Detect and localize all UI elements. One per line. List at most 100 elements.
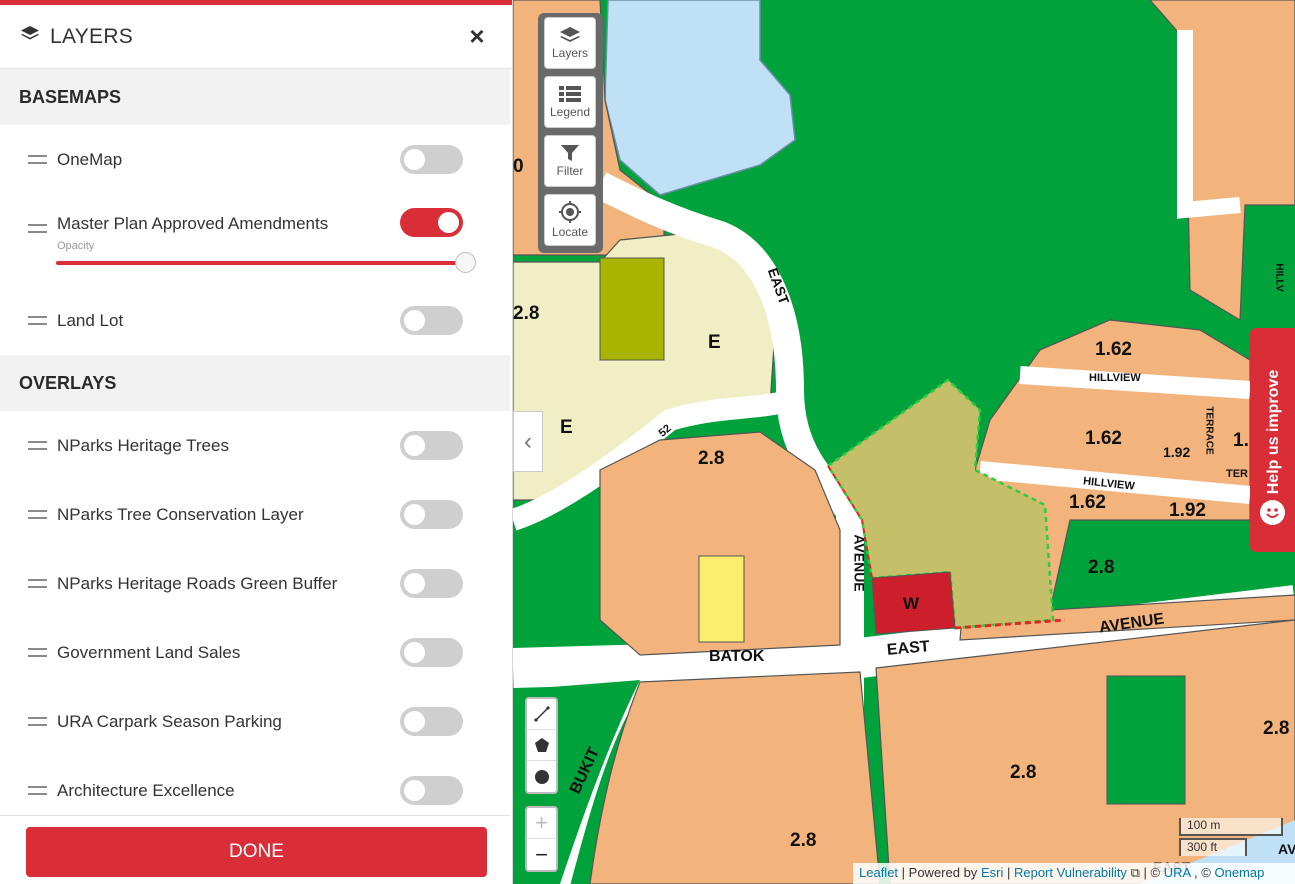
circle-icon (534, 769, 549, 784)
layer-row-tree-conservation: NParks Tree Conservation Layer (0, 480, 510, 549)
zone-label: E (708, 332, 721, 353)
slider-thumb[interactable] (455, 252, 476, 273)
layer-row-onemap: OneMap (0, 125, 510, 194)
plot-ratio-label: 2.8 (513, 303, 540, 324)
plot-ratio-label: 2.8 (1263, 718, 1290, 739)
layers-button[interactable]: Layers (544, 17, 596, 69)
locate-button-label: Locate (551, 225, 589, 239)
road-label: EAST (886, 638, 931, 659)
zoom-control: + − (525, 806, 558, 872)
plot-ratio-label: 0 (513, 156, 524, 177)
attribution: Leaflet | Powered by Esri | Report Vulne… (853, 863, 1295, 884)
layer-toggle[interactable] (400, 707, 463, 736)
layer-toggle[interactable] (400, 306, 463, 335)
layer-toggle[interactable] (400, 638, 463, 667)
scale-metric: 100 m (1179, 818, 1283, 836)
onemap-link[interactable]: Onemap (1214, 865, 1264, 880)
drag-handle-icon[interactable] (28, 717, 47, 726)
polygon-icon (534, 738, 549, 752)
layer-row-heritage-roads: NParks Heritage Roads Green Buffer (0, 549, 510, 618)
layer-row-master-plan: Master Plan Approved Amendments Opacity (0, 194, 510, 286)
layer-toggle[interactable] (400, 431, 463, 460)
line-icon (533, 706, 550, 722)
layer-toggle[interactable] (400, 500, 463, 529)
attribution-separator: | (1006, 865, 1011, 880)
zoom-out-button[interactable]: − (527, 839, 556, 870)
layer-toggle[interactable] (400, 208, 463, 237)
filter-icon (561, 145, 579, 161)
smiley-icon (1260, 500, 1285, 525)
panel-title: LAYERS (50, 24, 134, 48)
layer-row-carpark: URA Carpark Season Parking (0, 687, 510, 756)
draw-toolbar (525, 697, 558, 794)
attribution-text: | © (1143, 865, 1161, 880)
layers-icon (560, 27, 580, 42)
plot-ratio-label: 1.62 (1085, 428, 1122, 449)
help-us-improve-tab[interactable]: Help us improve (1250, 328, 1295, 552)
layer-toggle[interactable] (400, 145, 463, 174)
drag-handle-icon[interactable] (28, 224, 47, 233)
layer-row-heritage-trees: NParks Heritage Trees (0, 411, 510, 480)
done-button[interactable]: DONE (26, 827, 487, 877)
road-label: HILLV (1273, 263, 1285, 292)
road-label: TERRACE (1203, 406, 1215, 455)
external-link-icon: ⧉ (1130, 865, 1140, 880)
map-toolbar: Layers Legend Filter Locate (538, 13, 603, 253)
road-label: HILLVIEW (1089, 372, 1141, 384)
zone-label: E (560, 417, 573, 438)
basemaps-header: BASEMAPS (0, 69, 510, 125)
plot-ratio-label: 2.8 (1088, 557, 1115, 578)
leaflet-link[interactable]: Leaflet (859, 865, 898, 880)
drag-handle-icon[interactable] (28, 510, 47, 519)
map-canvas[interactable]: E E W 2.8 2.8 2.8 2.8 2.8 2.8 1.62 1.62 … (513, 0, 1295, 884)
report-vulnerability-link[interactable]: Report Vulnerability (1014, 865, 1127, 880)
drag-handle-icon[interactable] (28, 579, 47, 588)
draw-line-button[interactable] (527, 699, 556, 730)
plot-ratio-label: 1.62 (1095, 339, 1132, 360)
attribution-text: | Powered by (901, 865, 978, 880)
scale-imperial: 300 ft (1179, 838, 1247, 856)
legend-button-label: Legend (549, 105, 591, 119)
zoom-in-button[interactable]: + (527, 808, 556, 839)
legend-button[interactable]: Legend (544, 76, 596, 128)
layers-panel: LAYERS × BASEMAPS OneMap Master Plan App… (0, 0, 513, 884)
panel-footer: DONE (0, 815, 510, 884)
layer-row-land-sales: Government Land Sales (0, 618, 510, 687)
layer-row-architecture: Architecture Excellence (0, 756, 510, 815)
overlays-header: OVERLAYS (0, 355, 510, 411)
locate-button[interactable]: Locate (544, 194, 596, 246)
zone-label: W (903, 594, 920, 613)
plot-ratio-label: 1.62 (1069, 492, 1106, 513)
scale-bar: 100 m 300 ft (1179, 818, 1283, 856)
drag-handle-icon[interactable] (28, 316, 47, 325)
road-label: TER (1226, 468, 1248, 480)
attribution-text: , © (1194, 865, 1211, 880)
drag-handle-icon[interactable] (28, 786, 47, 795)
road-label: AVENUE (851, 534, 868, 592)
drag-handle-icon[interactable] (28, 441, 47, 450)
draw-circle-button[interactable] (527, 761, 556, 792)
plot-ratio-label: 2.8 (790, 830, 817, 851)
drag-handle-icon[interactable] (28, 648, 47, 657)
ura-link[interactable]: URA (1164, 865, 1191, 880)
layers-list[interactable]: BASEMAPS OneMap Master Plan Approved Ame… (0, 69, 510, 815)
plot-ratio-label: 1.92 (1169, 500, 1206, 521)
esri-link[interactable]: Esri (981, 865, 1003, 880)
opacity-label: Opacity (57, 240, 95, 252)
collapse-panel-button[interactable]: ‹ (513, 411, 543, 472)
filter-button-label: Filter (556, 164, 584, 178)
master-plan-tiles (513, 0, 1295, 884)
layer-row-land-lot: Land Lot (0, 286, 510, 355)
list-icon (559, 86, 581, 102)
filter-button[interactable]: Filter (544, 135, 596, 187)
layer-toggle[interactable] (400, 776, 463, 805)
layers-button-label: Layers (551, 46, 589, 60)
draw-polygon-button[interactable] (527, 730, 556, 761)
opacity-slider[interactable] (56, 252, 476, 273)
close-icon[interactable]: × (462, 21, 492, 52)
plot-ratio-label: 1. (1233, 430, 1249, 451)
drag-handle-icon[interactable] (28, 155, 47, 164)
plot-ratio-label: 1.92 (1163, 444, 1191, 460)
panel-header: LAYERS × (0, 5, 512, 69)
layer-toggle[interactable] (400, 569, 463, 598)
